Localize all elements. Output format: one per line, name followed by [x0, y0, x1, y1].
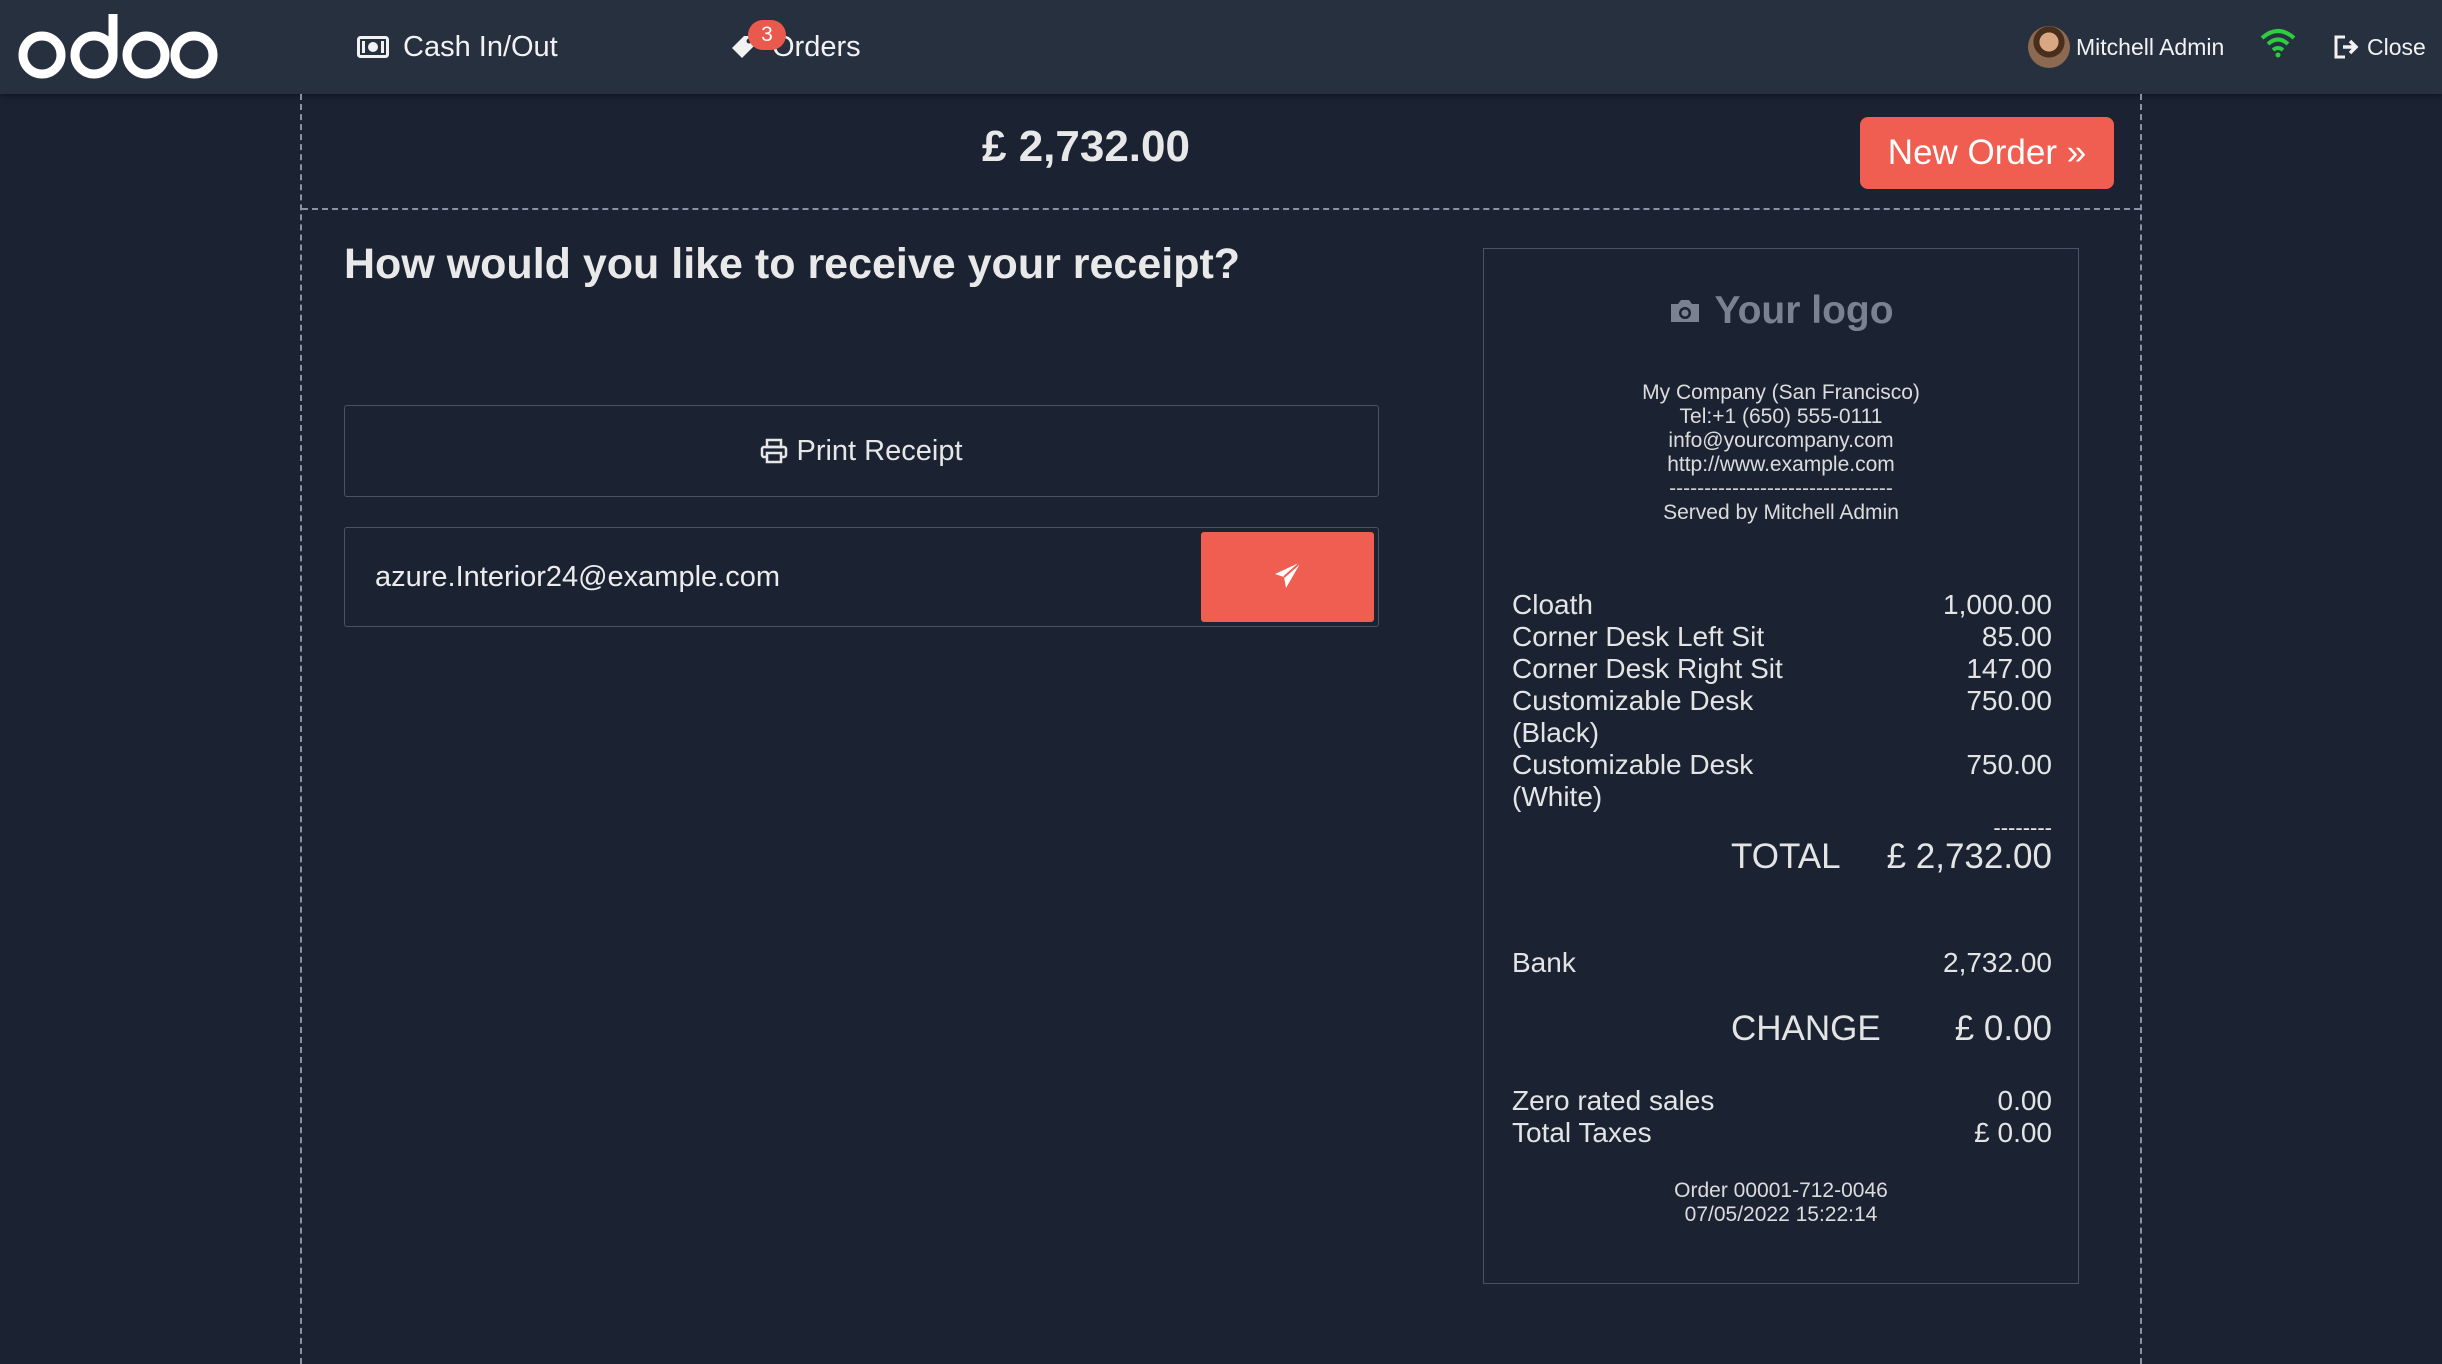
receipt-separator: -------------------------------- — [1669, 477, 1893, 500]
payment-method: Bank — [1512, 947, 1576, 978]
company-website: http://www.example.com — [1667, 453, 1895, 476]
change-value: £ 0.00 — [1954, 1009, 2052, 1048]
total-label: TOTAL — [1730, 837, 1841, 876]
orders-button[interactable]: 3 Orders — [728, 0, 861, 94]
receipt-line-name: Customizable Desk (Black) — [1512, 685, 1754, 748]
receipt-line: Cloath 1,000.00 — [1512, 589, 2052, 621]
company-email: info@yourcompany.com — [1668, 429, 1894, 452]
email-receipt-form — [344, 527, 1379, 627]
cash-in-out-button[interactable]: Cash In/Out — [357, 0, 558, 94]
print-receipt-label: Print Receipt — [796, 434, 963, 467]
receipt-line: Customizable Desk (Black) 750.00 — [1512, 685, 2052, 749]
order-reference: Order 00001-712-0046 — [1674, 1179, 1888, 1202]
receipt-line: Corner Desk Left Sit 85.00 — [1512, 621, 2052, 653]
receipt-line-price: 750.00 — [1966, 749, 2052, 780]
orders-count-badge: 3 — [748, 20, 786, 50]
receipt-footer: Order 00001-712-0046 07/05/2022 15:22:14 — [1484, 1179, 2078, 1227]
sign-out-icon — [2333, 34, 2361, 60]
receipt-line-price: 1,000.00 — [1943, 589, 2052, 620]
close-label: Close — [2367, 33, 2426, 60]
send-email-button[interactable] — [1201, 532, 1374, 622]
receipt-line-name: Cloath — [1512, 589, 1593, 620]
receipt-change: CHANGE £ 0.00 — [1512, 1009, 2052, 1049]
order-total-amount: £ 2,732.00 — [982, 122, 1190, 171]
receipt-logo-placeholder: Your logo — [1484, 289, 2078, 333]
change-label: CHANGE — [1730, 1009, 1881, 1048]
avatar — [2028, 26, 2070, 68]
camera-icon — [1668, 297, 1702, 325]
payment-amount: 2,732.00 — [1943, 947, 2052, 978]
receipt-total: TOTAL £ 2,732.00 — [1512, 837, 2052, 877]
receipt-line: Customizable Desk (White) 750.00 — [1512, 749, 2052, 813]
served-by: Served by Mitchell Admin — [1663, 501, 1899, 524]
connection-status[interactable] — [2260, 0, 2296, 94]
receipt-preview: Your logo My Company (San Francisco) Tel… — [1483, 248, 2079, 1284]
money-icon — [357, 36, 389, 58]
print-icon — [760, 438, 788, 464]
pos-header: Cash In/Out 3 Orders Mitchell Admin Clos… — [0, 0, 2442, 94]
receipt-line-price: 147.00 — [1966, 653, 2052, 684]
user-name: Mitchell Admin — [2076, 33, 2225, 60]
odoo-logo — [18, 14, 218, 79]
paper-plane-icon — [1273, 560, 1303, 595]
receipt-question: How would you like to receive your recei… — [344, 240, 1241, 288]
order-date: 07/05/2022 15:22:14 — [1684, 1203, 1878, 1226]
receipt-line-price: 85.00 — [1981, 621, 2052, 652]
company-name: My Company (San Francisco) — [1642, 381, 1920, 404]
receipt-company-info: My Company (San Francisco) Tel:+1 (650) … — [1484, 381, 2078, 525]
company-tel: Tel:+1 (650) 555-0111 — [1679, 405, 1883, 428]
receipt-payment-line: Bank 2,732.00 — [1512, 947, 2052, 979]
close-button[interactable]: Close — [2333, 0, 2426, 94]
receipt-line-price: 750.00 — [1966, 685, 2052, 716]
user-menu[interactable]: Mitchell Admin — [2028, 0, 2224, 94]
new-order-button[interactable]: New Order » — [1860, 117, 2114, 189]
email-input[interactable] — [345, 528, 1195, 626]
cash-in-out-label: Cash In/Out — [403, 30, 558, 63]
total-value: £ 2,732.00 — [1886, 837, 2052, 876]
receipt-line-name: Corner Desk Left Sit — [1512, 621, 1765, 652]
zero-rated-row: Zero rated sales 0.00 — [1512, 1085, 2052, 1116]
receipt-topbar: £ 2,732.00 New Order » — [302, 94, 2140, 210]
receipt-line-name: Corner Desk Right Sit — [1512, 653, 1783, 684]
receipt-order-lines: Cloath 1,000.00 Corner Desk Left Sit 85.… — [1512, 589, 2052, 813]
print-receipt-button[interactable]: Print Receipt — [344, 405, 1379, 497]
total-taxes-row: Total Taxes £ 0.00 — [1512, 1117, 2052, 1148]
receipt-line: Corner Desk Right Sit 147.00 — [1512, 653, 2052, 685]
receipt-taxes: Zero rated sales 0.00 Total Taxes £ 0.00 — [1512, 1085, 2052, 1149]
receipt-line-name: Customizable Desk (White) — [1512, 749, 1754, 812]
wifi-icon — [2260, 28, 2296, 66]
